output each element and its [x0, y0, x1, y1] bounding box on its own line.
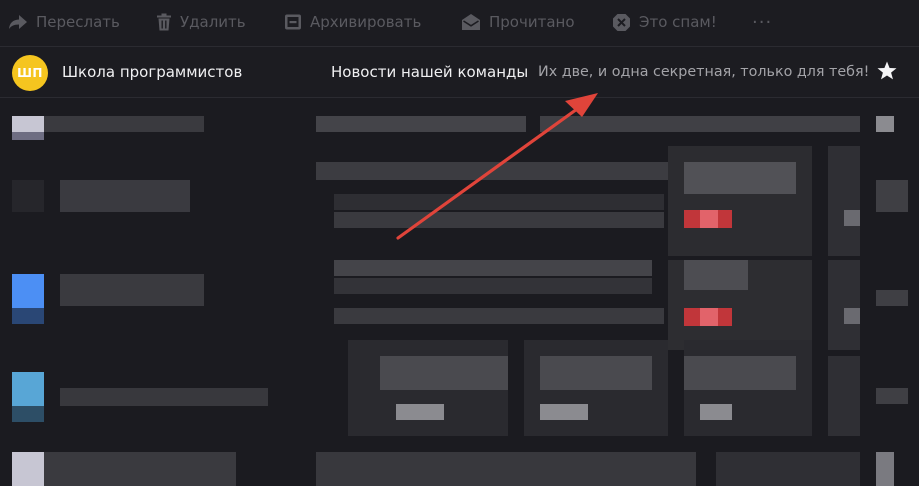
mail-client-page: Переслать Удалить Архивировать Прочитано… — [0, 0, 919, 486]
spam-button[interactable]: Это спам! — [612, 0, 717, 44]
star-icon[interactable] — [874, 58, 900, 84]
mark-read-label: Прочитано — [489, 13, 575, 31]
pixelated-message-list — [0, 98, 919, 486]
mark-read-button[interactable]: Прочитано — [461, 0, 575, 44]
more-dots-icon: ··· — [752, 11, 773, 33]
open-envelope-icon — [461, 13, 481, 31]
message-sender: Школа программистов — [62, 63, 243, 81]
archive-button[interactable]: Архивировать — [284, 0, 421, 44]
archive-box-icon — [284, 13, 302, 31]
delete-button[interactable]: Удалить — [156, 0, 246, 44]
trash-icon — [156, 13, 172, 31]
forward-arrow-icon — [8, 14, 28, 30]
spam-shield-icon — [612, 13, 631, 32]
forward-button[interactable]: Переслать — [8, 0, 120, 44]
message-row[interactable]: ШП Школа программистов Новости нашей ком… — [0, 47, 919, 98]
message-snippet: Их две, и одна секретная, только для теб… — [538, 64, 870, 80]
message-toolbar: Переслать Удалить Архивировать Прочитано… — [0, 0, 919, 47]
avatar: ШП — [12, 55, 48, 91]
spam-label: Это спам! — [639, 13, 717, 31]
message-subject: Новости нашей команды — [331, 63, 529, 81]
forward-label: Переслать — [36, 13, 120, 31]
delete-label: Удалить — [180, 13, 246, 31]
more-actions-button[interactable]: ··· — [752, 0, 772, 44]
archive-label: Архивировать — [310, 13, 422, 31]
